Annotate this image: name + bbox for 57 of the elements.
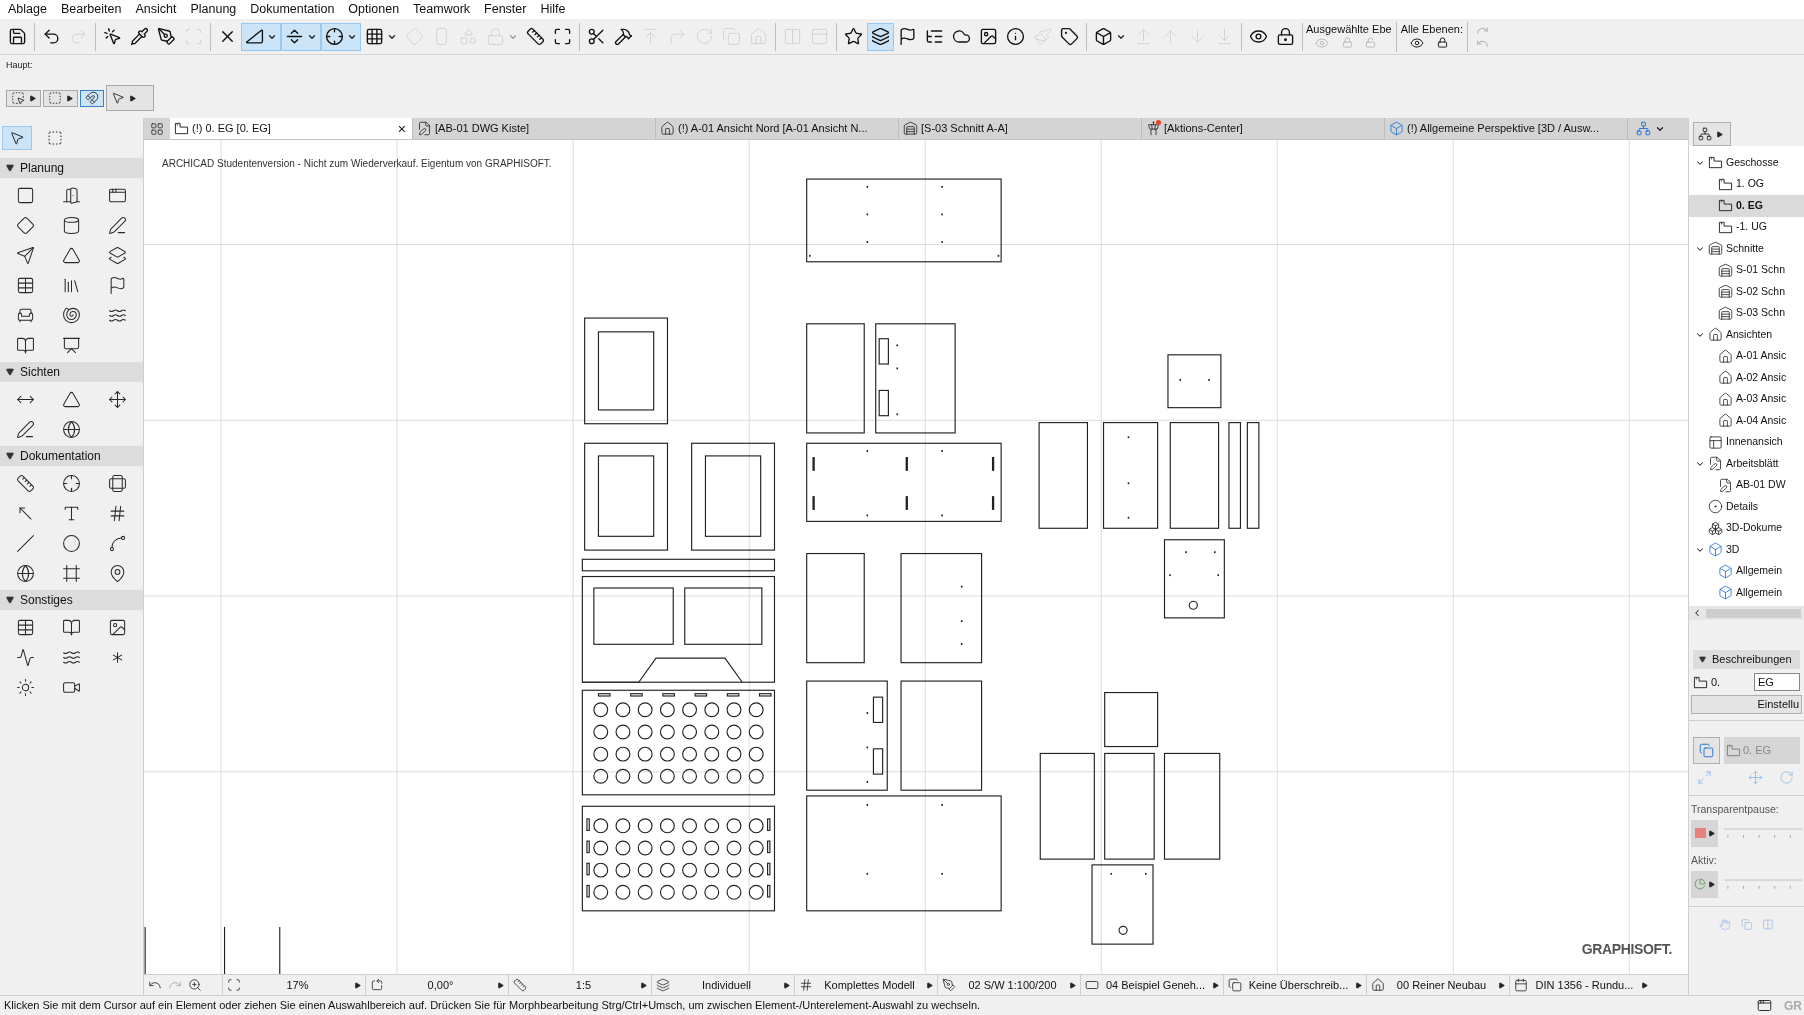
tab-label: [Aktions-Center] (1164, 121, 1244, 137)
menu-item[interactable]: Dokumentation (250, 0, 335, 19)
menu-item[interactable]: Bearbeiten (60, 0, 122, 19)
navigator-item[interactable]: Schnitte (1689, 238, 1804, 260)
navigator-item[interactable]: 1. OG (1689, 173, 1804, 195)
document-tab[interactable]: (!) 0. EG [0. EG] × (170, 118, 413, 139)
menu-item[interactable]: Optionen (348, 0, 400, 19)
brand-logo: GRAPHISOFT. (1581, 940, 1672, 959)
navigator-item[interactable]: Ansichten (1689, 324, 1804, 346)
tab-label: [S-03 Schnitt A-A] (921, 121, 1009, 137)
menu-item[interactable]: Ablage (8, 0, 47, 19)
menu-item[interactable]: Fenster (484, 0, 527, 19)
navigator-item[interactable]: A-03 Ansic (1689, 388, 1804, 410)
navigator-item[interactable]: S-03 Schn (1689, 302, 1804, 324)
toolbox-section-header[interactable]: Dokumentation (0, 446, 143, 466)
menu-item[interactable]: Ansicht (135, 0, 177, 19)
navigator-item[interactable]: Allgemein (1689, 560, 1804, 582)
close-button[interactable]: × (395, 121, 408, 136)
active-label: Aktiv: (1691, 852, 1718, 868)
toolbar-group-label: Haupt: (6, 59, 34, 71)
floor-name-field[interactable]: EG (1754, 673, 1800, 691)
navigator-item[interactable]: Details (1689, 496, 1804, 518)
license-notice: ARCHICAD Studentenversion - Nicht zum Wiederverkauf. Eigentum von GRAPHISOFT. (162, 157, 552, 171)
menu-item[interactable]: Planung (190, 0, 237, 19)
navigator-item[interactable]: Arbeitsblätt (1689, 453, 1804, 475)
layer-label: Ausgewählte Ebe (1306, 21, 1392, 36)
navigator-item[interactable]: A-02 Ansic (1689, 367, 1804, 389)
toolbox-section-header[interactable]: Sichten (0, 362, 143, 382)
navigator-item[interactable]: -1. UG (1689, 216, 1804, 238)
toolbox-section-header[interactable]: Planung (0, 158, 143, 178)
transparency-label: Transparentpause: (1691, 802, 1780, 817)
navigator-item[interactable]: Allgemein (1689, 582, 1804, 604)
navigator-item[interactable]: 0. EG (1689, 195, 1804, 217)
navigator-item[interactable]: AB-01 DW (1689, 474, 1804, 496)
navigator-item[interactable]: A-04 Ansic (1689, 410, 1804, 432)
toolbox-section-header[interactable]: Sonstiges (0, 590, 143, 610)
floor-number: 0. (1711, 674, 1722, 690)
tab-label: (!) Allgemeine Perspektive [3D / Ausw... (1407, 121, 1600, 137)
navigator-item[interactable]: A-01 Ansic (1689, 345, 1804, 367)
navigator-item[interactable]: 3D-Dokume (1689, 517, 1804, 539)
layer-label: Alle Ebenen: (1400, 21, 1463, 36)
navigator-item[interactable]: S-02 Schn (1689, 281, 1804, 303)
properties-section-header[interactable]: Beschreibungen (1693, 650, 1800, 669)
navigator-item[interactable]: 3D (1689, 539, 1804, 561)
context-field: 0. EG (1724, 737, 1800, 764)
tab-label: (!) 0. EG [0. EG] (192, 121, 272, 137)
settings-button[interactable]: Einstellu (1691, 695, 1802, 714)
navigator-item[interactable]: S-01 Schn (1689, 259, 1804, 281)
menu-item[interactable]: Hilfe (540, 0, 566, 19)
navigator-item[interactable]: Innenansich (1689, 431, 1804, 453)
brand-text: GR (1784, 997, 1803, 1015)
drawing-canvas[interactable]: ARCHICAD Studentenversion - Nicht zum Wiederverkauf. Eigentum von GRAPHISOFT. GRAPHISOFT. (144, 140, 1688, 974)
navigator-item[interactable]: Geschosse (1689, 152, 1804, 174)
status-message: Klicken Sie mit dem Cursor auf ein Element oder ziehen Sie einen Auswahlbereich auf. Drücken Sie für Morphbearbeitung Strg/Ctrl+Umsch, um zwischen Element-/Unterelement-Auswahl zu wechseln. (3, 998, 982, 1014)
menu-item[interactable]: Teamwork (413, 0, 471, 19)
tab-label: (!) A-01 Ansicht Nord [A-01 Ansicht N... (678, 121, 869, 137)
tab-label: [AB-01 DWG Kiste] (435, 121, 531, 137)
